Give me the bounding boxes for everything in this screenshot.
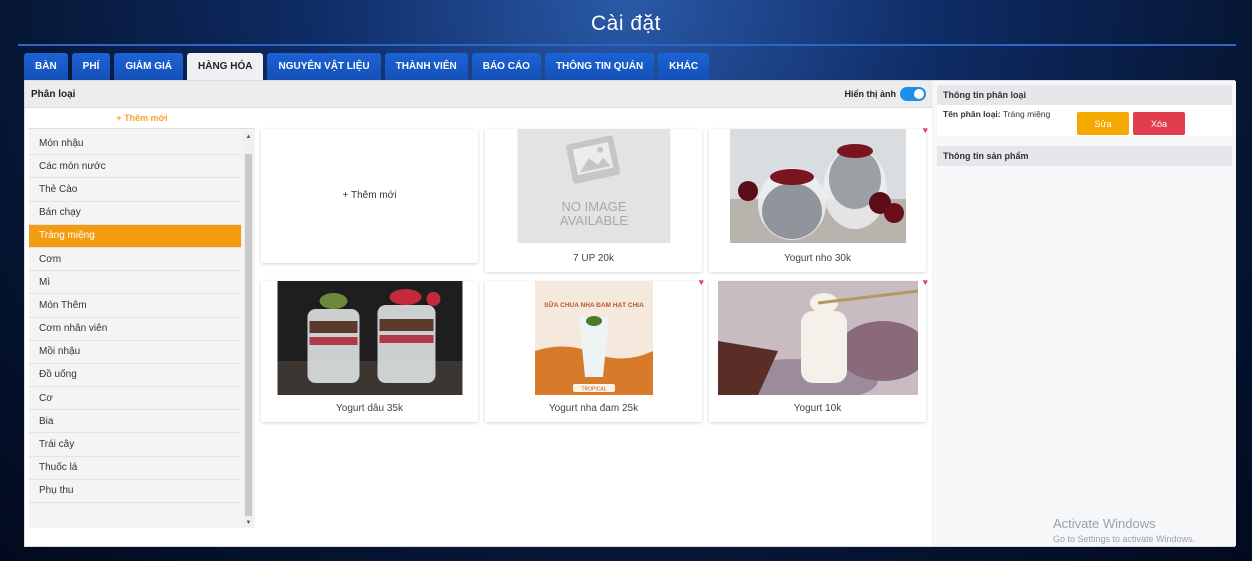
tab-ban[interactable]: BÀN	[24, 53, 68, 80]
category-item[interactable]: Cơ	[29, 387, 241, 411]
favorite-heart-icon[interactable]: ♥	[923, 277, 928, 287]
favorite-heart-icon[interactable]: ♥	[699, 277, 704, 287]
tab-bar: BÀN PHÍ GIẢM GIÁ HÀNG HÓA NGUYÊN VẬT LIỆ…	[24, 53, 710, 80]
category-item[interactable]: Phụ thu	[29, 479, 241, 503]
show-image-toggle[interactable]	[900, 87, 926, 101]
product-image-yogurt-jar	[717, 281, 918, 395]
show-image-control: Hiển thị ảnh	[844, 87, 926, 101]
product-card[interactable]: ♥ SỮA CHUA NHA ĐAM HẠT CHIA TROPICAL Yog…	[485, 277, 704, 422]
product-name: Yogurt 10k	[793, 403, 842, 414]
category-item[interactable]: Các món nước	[29, 155, 241, 179]
window-title: Cài đặt	[590, 12, 662, 35]
main-panel: Phân loại Hiển thị ảnh + Thêm mới Món nh…	[24, 80, 1236, 547]
category-panel: + Thêm mới Món nhậu Các món nước Thẻ Cào Bá…	[29, 108, 255, 528]
category-item[interactable]: Bia	[29, 410, 241, 434]
no-image-text-1: NO IMAGE	[561, 199, 626, 214]
category-name-field: Tên phân loại: Tráng miệng	[943, 109, 1050, 119]
category-info-body: Tên phân loại: Tráng miệng Sửa Xóa	[937, 105, 1232, 136]
product-info-title: Thông tin sản phẩm	[937, 146, 1232, 166]
goods-panel-header: Phân loại Hiển thị ảnh	[25, 81, 932, 108]
category-item[interactable]: Thẻ Cào	[29, 178, 241, 202]
product-name: 7 UP 20k	[573, 253, 614, 264]
poster-badge: TROPICAL	[581, 387, 606, 393]
category-info-title: Thông tin phân loại	[937, 85, 1232, 105]
product-card[interactable]: ♥ Yogurt 10k	[709, 277, 928, 422]
info-panel: Thông tin phân loại Tên phân loại: Tráng…	[933, 81, 1236, 546]
tab-khac[interactable]: KHÁC	[658, 53, 710, 80]
tab-hang-hoa[interactable]: HÀNG HÓA	[187, 53, 264, 80]
category-list: Món nhậu Các món nước Thẻ Cào Bán chạy Tráng…	[29, 132, 241, 503]
product-name: Yogurt nho 30k	[784, 253, 851, 264]
scroll-down-icon[interactable]: ▼	[244, 520, 253, 526]
scroll-up-icon[interactable]: ▲	[244, 134, 253, 140]
watermark-line-1: Activate Windows	[1053, 516, 1156, 531]
category-item[interactable]: Cơm	[29, 247, 241, 272]
product-image-chia-cherry	[729, 129, 906, 243]
tab-thanh-vien[interactable]: THÀNH VIÊN	[384, 53, 468, 80]
tab-giam-gia[interactable]: GIẢM GIÁ	[114, 53, 184, 80]
no-image-text-2: AVAILABLE	[559, 213, 627, 228]
category-item[interactable]: Cơm nhân viên	[29, 317, 241, 341]
poster-text: SỮA CHUA NHA ĐAM HẠT CHIA	[544, 300, 644, 309]
no-image-placeholder: NO IMAGE AVAILABLE	[517, 129, 670, 243]
category-scrollbar[interactable]: ▲ ▼	[244, 132, 253, 528]
tab-phi[interactable]: PHÍ	[71, 53, 111, 80]
category-item[interactable]: Món nhậu	[29, 132, 241, 156]
show-image-label: Hiển thị ảnh	[844, 89, 897, 99]
goods-panel: Phân loại Hiển thị ảnh + Thêm mới Món nh…	[25, 81, 932, 546]
edit-category-button[interactable]: Sửa	[1077, 112, 1129, 135]
delete-category-button[interactable]: Xóa	[1133, 112, 1185, 135]
watermark-line-2: Go to Settings to activate Windows.	[1053, 534, 1196, 544]
category-item[interactable]: Mồi nhậu	[29, 340, 241, 364]
product-card[interactable]: Yogurt dâu 35k	[261, 281, 478, 422]
category-name-value: Tráng miệng	[1002, 109, 1051, 119]
add-product-card[interactable]: + Thêm mới	[261, 129, 478, 263]
product-name: Yogurt dâu 35k	[336, 403, 403, 414]
tab-bao-cao[interactable]: BÁO CÁO	[471, 53, 541, 80]
tab-thong-tin-quan[interactable]: THÔNG TIN QUÁN	[544, 53, 655, 80]
add-product-label: + Thêm mới	[342, 190, 397, 201]
windows-activation-watermark: Activate Windows Go to Settings to activ…	[1053, 516, 1195, 544]
product-image-aloe-poster: SỮA CHUA NHA ĐAM HẠT CHIA TROPICAL	[534, 281, 653, 395]
category-item[interactable]: Trái cây	[29, 433, 241, 457]
category-item[interactable]: Thuốc lá	[29, 456, 241, 480]
category-item[interactable]: Tráng miệng	[29, 224, 241, 248]
favorite-heart-icon[interactable]: ♥	[923, 125, 928, 135]
category-name-label: Tên phân loại:	[943, 109, 1001, 119]
category-header: Phân loại	[31, 88, 76, 100]
category-item[interactable]: Bán chạy	[29, 201, 241, 225]
product-image-parfait	[277, 281, 462, 395]
product-name: Yogurt nha đam 25k	[548, 403, 639, 414]
add-category-button[interactable]: + Thêm mới	[29, 108, 255, 129]
category-item[interactable]: Đồ uống	[29, 363, 241, 388]
category-item[interactable]: Món Thêm	[29, 294, 241, 318]
tab-nguyen-vat-lieu[interactable]: NGUYÊN VẬT LIỆU	[267, 53, 381, 80]
product-card[interactable]: ♥ Yogurt nho 30k	[709, 125, 928, 272]
scrollbar-thumb[interactable]	[245, 154, 252, 516]
product-card[interactable]: NO IMAGE AVAILABLE 7 UP 20k	[485, 129, 702, 272]
category-item[interactable]: Mì	[29, 271, 241, 295]
